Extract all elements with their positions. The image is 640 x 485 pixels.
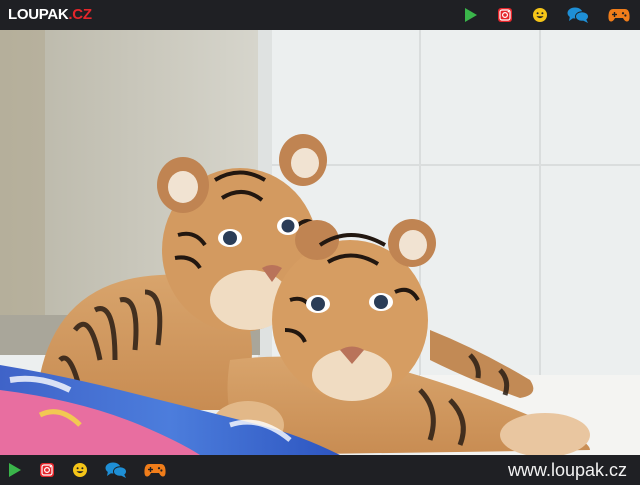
tiger-cubs-image: [0, 30, 640, 455]
instagram-icon[interactable]: [39, 462, 55, 478]
logo-tld: CZ: [72, 6, 92, 23]
play-icon[interactable]: [464, 7, 478, 23]
instagram-icon[interactable]: [497, 7, 513, 23]
chat-icon[interactable]: [567, 6, 589, 24]
bottom-icon-nav: [8, 461, 183, 479]
chat-icon[interactable]: [105, 461, 127, 479]
logo-text: LOUPAK: [8, 6, 69, 23]
site-logo[interactable]: LOUPAK.CZ: [8, 6, 92, 24]
smiley-icon[interactable]: [72, 462, 88, 478]
smiley-icon[interactable]: [532, 7, 548, 23]
gamepad-icon[interactable]: [608, 7, 630, 23]
tiger-cubs-photo: [0, 30, 640, 455]
gamepad-icon[interactable]: [144, 462, 166, 478]
top-icon-nav: [445, 5, 630, 25]
site-url[interactable]: www.loupak.cz: [508, 461, 627, 479]
play-icon[interactable]: [8, 462, 22, 478]
